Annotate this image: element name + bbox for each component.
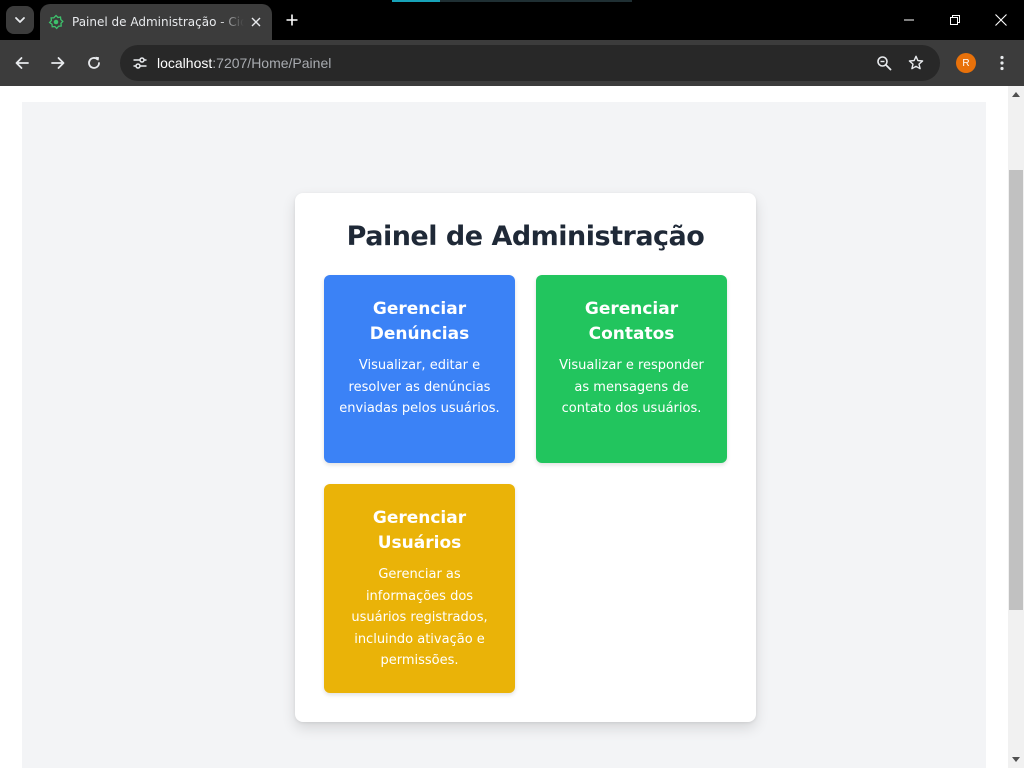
zoom-icon: [877, 56, 892, 71]
bookmark-button[interactable]: [902, 49, 930, 77]
triangle-up-icon: [1012, 92, 1020, 97]
site-info-button[interactable]: [128, 51, 152, 75]
card-description: Visualizar e responder as mensagens de c…: [559, 358, 704, 416]
card-description: Visualizar, editar e resolver as denúnci…: [339, 358, 500, 416]
triangle-down-icon: [1012, 757, 1020, 762]
page-title: Painel de Administração: [346, 221, 705, 252]
card-manage-users[interactable]: Gerenciar Usuários Gerenciar as informaç…: [324, 484, 515, 693]
chevron-down-icon: [15, 17, 25, 23]
back-button[interactable]: [8, 49, 36, 77]
url-host: localhost: [157, 55, 213, 71]
profile-avatar[interactable]: R: [956, 53, 976, 73]
card-description: Gerenciar as informações dos usuários re…: [351, 567, 488, 668]
page-background: Painel de Administração Gerenciar Denúnc…: [22, 102, 986, 768]
window-restore-button[interactable]: [932, 0, 978, 40]
reload-icon: [88, 56, 100, 69]
address-bar[interactable]: localhost:7207/Home/Painel: [120, 45, 940, 81]
window-close-button[interactable]: [978, 0, 1024, 40]
tab-search-button[interactable]: [6, 6, 34, 34]
minimize-icon: [904, 19, 914, 21]
card-title: Gerenciar Contatos: [584, 299, 679, 344]
window-minimize-button[interactable]: [886, 0, 932, 40]
forward-button[interactable]: [44, 49, 72, 77]
tune-icon: [133, 57, 147, 69]
card-title: Gerenciar Denúncias: [369, 299, 470, 344]
reload-button[interactable]: [80, 49, 108, 77]
card-title: Gerenciar Usuários: [372, 508, 467, 553]
close-icon: [995, 14, 1007, 26]
vertical-scrollbar[interactable]: [1008, 86, 1024, 768]
tab-close-button[interactable]: [248, 14, 264, 30]
plus-icon: [286, 14, 298, 26]
tabstrip-accent: [392, 0, 632, 2]
browser-tabstrip: Painel de Administração - Cidade Limpa: [0, 0, 1024, 40]
new-tab-button[interactable]: [280, 8, 304, 32]
card-manage-reports[interactable]: Gerenciar Denúncias Visualizar, editar e…: [324, 275, 515, 463]
url-path: :7207/Home/Painel: [212, 55, 332, 71]
puzzle-recycle-icon: [48, 14, 64, 30]
page-viewport: Painel de Administração Gerenciar Denúnc…: [0, 86, 1008, 768]
restore-icon: [950, 15, 960, 25]
browser-menu-button[interactable]: [990, 49, 1014, 77]
admin-panel: Painel de Administração Gerenciar Denúnc…: [295, 193, 756, 722]
close-icon: [251, 17, 261, 27]
card-manage-contacts[interactable]: Gerenciar Contatos Visualizar e responde…: [536, 275, 727, 463]
tab-title: Painel de Administração - Cidade Limpa: [72, 15, 244, 29]
scroll-up-button[interactable]: [1008, 86, 1024, 102]
zoom-button[interactable]: [870, 49, 898, 77]
star-icon: [908, 55, 924, 70]
scroll-down-button[interactable]: [1008, 752, 1024, 768]
arrow-left-icon: [15, 57, 29, 69]
url-text[interactable]: localhost:7207/Home/Painel: [157, 55, 866, 71]
arrow-right-icon: [51, 57, 65, 69]
browser-toolbar: localhost:7207/Home/Painel R: [0, 40, 1024, 86]
kebab-menu-icon: [1000, 55, 1004, 71]
scrollbar-thumb[interactable]: [1009, 170, 1023, 610]
browser-tab-active[interactable]: Painel de Administração - Cidade Limpa: [40, 4, 272, 40]
